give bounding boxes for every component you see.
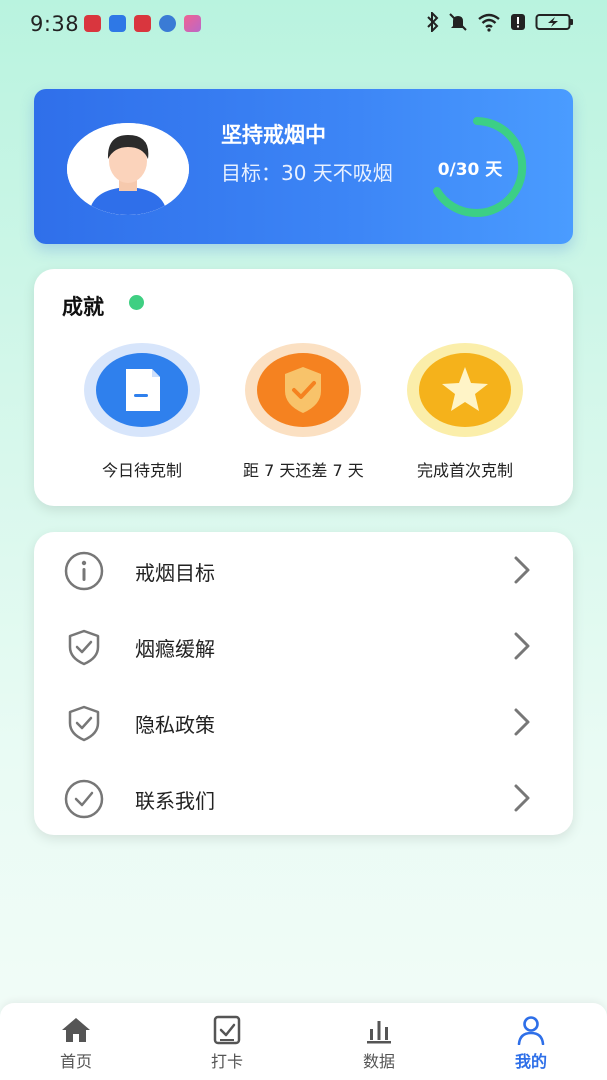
menu-item-label: 戒烟目标 xyxy=(135,561,215,585)
profile-title: 坚持戒烟中 xyxy=(221,123,326,147)
app-notification-icon xyxy=(84,15,101,32)
status-dot xyxy=(129,295,144,310)
achievement-label: 今日待克制 xyxy=(101,461,182,480)
achievement-label: 完成首次克制 xyxy=(416,461,513,480)
profile-card: 坚持戒烟中 目标：30 天不吸烟 0/30 天 xyxy=(34,89,573,244)
chevron-right-icon xyxy=(514,632,530,660)
profile-goal: 目标：30 天不吸烟 xyxy=(221,161,393,185)
mute-icon xyxy=(449,13,467,31)
shield-check-icon xyxy=(68,629,100,666)
bottom-tab-bar: 首页 打卡 数据 我的 xyxy=(0,1003,607,1080)
progress-text: 0/30 天 xyxy=(437,160,503,180)
status-time: 9:38 xyxy=(30,12,80,36)
alert-icon xyxy=(511,14,525,30)
achievements-card: 成就 今日待克制 距 7 天还差 7 天 完成首次克制 xyxy=(34,269,573,506)
star-icon xyxy=(442,367,488,411)
bluetooth-icon xyxy=(427,12,439,32)
menu-item-privacy-policy[interactable]: 隐私政策 xyxy=(34,684,573,760)
app-notification-icon xyxy=(184,15,201,32)
menu-item-quit-goal[interactable]: 戒烟目标 xyxy=(34,532,573,608)
battery-charging-icon xyxy=(535,14,573,30)
chevron-right-icon xyxy=(514,556,530,584)
achievement-badge[interactable]: 今日待克制 xyxy=(82,343,202,481)
system-icons xyxy=(427,12,575,32)
chevron-right-icon xyxy=(514,708,530,736)
achievement-badge[interactable]: 完成首次克制 xyxy=(405,343,525,481)
document-icon xyxy=(126,369,160,411)
checkin-icon xyxy=(213,1015,241,1045)
achievements-title: 成就 xyxy=(62,295,104,319)
tab-home[interactable]: 首页 xyxy=(31,1015,121,1072)
shield-check-icon xyxy=(285,367,321,413)
app-notification-icon xyxy=(134,15,151,32)
achievement-badge[interactable]: 距 7 天还差 7 天 xyxy=(243,343,364,481)
bar-chart-icon xyxy=(367,1021,391,1044)
tab-label: 数据 xyxy=(362,1052,395,1071)
tab-label: 我的 xyxy=(514,1052,547,1071)
menu-item-label: 烟瘾缓解 xyxy=(135,637,215,661)
person-icon xyxy=(517,1016,545,1045)
menu-item-craving-relief[interactable]: 烟瘾缓解 xyxy=(34,608,573,684)
info-icon xyxy=(64,551,104,591)
wifi-icon xyxy=(478,13,500,32)
home-icon xyxy=(62,1018,90,1042)
menu-card: 戒烟目标 烟瘾缓解 隐私政策 联系我们 xyxy=(34,532,573,835)
menu-item-contact-us[interactable]: 联系我们 xyxy=(34,760,573,836)
tab-checkin[interactable]: 打卡 xyxy=(182,1015,272,1072)
shield-check-icon xyxy=(68,705,100,742)
status-bar: 9:38 xyxy=(0,0,607,50)
achievement-label: 距 7 天还差 7 天 xyxy=(243,461,364,480)
menu-item-label: 联系我们 xyxy=(135,789,215,813)
app-notification-icon xyxy=(109,15,126,32)
chevron-right-icon xyxy=(514,784,530,812)
check-circle-icon xyxy=(64,779,104,819)
tab-label: 打卡 xyxy=(210,1052,243,1071)
tab-data[interactable]: 数据 xyxy=(334,1015,424,1072)
tab-label: 首页 xyxy=(59,1052,92,1071)
tab-mine[interactable]: 我的 xyxy=(486,1015,576,1072)
user-avatar-icon xyxy=(67,123,189,215)
menu-item-label: 隐私政策 xyxy=(135,713,215,737)
app-notification-icon xyxy=(159,15,176,32)
notification-icons xyxy=(84,15,201,32)
